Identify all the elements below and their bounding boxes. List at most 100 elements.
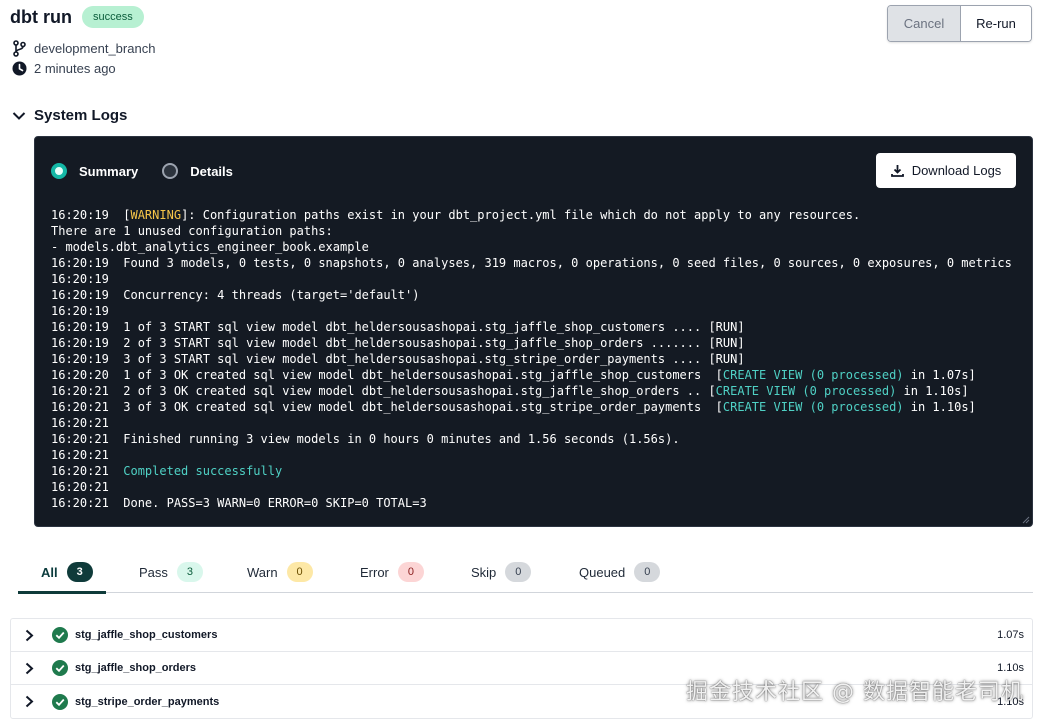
tab-warn[interactable]: Warn 0 <box>247 562 313 582</box>
chevron-right-icon[interactable] <box>25 662 34 675</box>
result-filter-tabs: All 3 Pass 3 Warn 0 Error 0 Skip 0 Queue… <box>18 556 1033 594</box>
download-icon <box>890 165 904 177</box>
log-text: Finished running 3 view models in 0 hour… <box>123 432 680 446</box>
log-text: Done. PASS=3 WARN=0 ERROR=0 SKIP=0 TOTAL… <box>123 496 427 510</box>
log-line: 16:20:21 <box>51 447 1012 463</box>
section-title: System Logs <box>34 107 128 124</box>
log-line: 16:20:21 <box>51 415 1012 431</box>
page-title: dbt run <box>10 6 72 27</box>
tab-count: 3 <box>176 562 203 582</box>
log-text: in 1.10s] <box>896 384 969 398</box>
log-timestamp: 16:20:21 <box>51 448 124 462</box>
log-line: 16:20:19 1 of 3 START sql view model dbt… <box>51 319 1012 335</box>
log-line: 16:20:21 Done. PASS=3 WARN=0 ERROR=0 SKI… <box>51 495 1012 511</box>
run-time: 2 minutes ago <box>34 61 116 76</box>
log-console: Summary Details Download Logs 16:20:19 [… <box>34 136 1033 527</box>
download-logs-label: Download Logs <box>911 163 1002 178</box>
details-radio[interactable] <box>162 163 179 179</box>
branch-row: development_branch <box>12 40 155 57</box>
model-row[interactable]: stg_jaffle_shop_customers 1.07s <box>11 619 1032 652</box>
log-timestamp: 16:20:21 <box>51 464 124 478</box>
log-line: 16:20:21 3 of 3 OK created sql view mode… <box>51 399 1012 415</box>
active-tab-indicator <box>18 591 106 594</box>
tab-queued[interactable]: Queued 0 <box>579 562 661 582</box>
log-text: 2 of 3 OK created sql view model dbt_hel… <box>123 384 716 398</box>
tab-all[interactable]: All 3 <box>41 562 93 582</box>
tab-pass[interactable]: Pass 3 <box>139 562 203 582</box>
log-text: ]: Configuration paths exist in your dbt… <box>181 208 861 222</box>
log-line: 16:20:21 2 of 3 OK created sql view mode… <box>51 383 1012 399</box>
log-highlight: CREATE VIEW (0 processed) <box>722 368 904 382</box>
log-line: 16:20:21 <box>51 479 1012 495</box>
log-text: 2 of 3 START sql view model dbt_helderso… <box>123 336 745 350</box>
log-highlight: CREATE VIEW (0 processed) <box>722 400 904 414</box>
log-text: 1 of 3 START sql view model dbt_helderso… <box>123 320 745 334</box>
tab-count: 0 <box>505 562 532 582</box>
log-timestamp: 16:20:19 <box>51 320 124 334</box>
system-logs-toggle[interactable]: System Logs <box>12 107 127 124</box>
log-timestamp: 16:20:21 <box>51 496 124 510</box>
log-text: - models.dbt_analytics_engineer_book.exa… <box>51 240 369 254</box>
branch-name: development_branch <box>34 41 156 56</box>
summary-radio[interactable] <box>51 163 67 179</box>
chevron-right-icon[interactable] <box>25 695 34 708</box>
log-text: There are 1 unused configuration paths: <box>51 224 333 238</box>
log-line: 16:20:21 Finished running 3 view models … <box>51 431 1012 447</box>
download-logs-button[interactable]: Download Logs <box>876 153 1016 188</box>
tab-count: 0 <box>286 562 313 582</box>
log-line: 16:20:19 3 of 3 START sql view model dbt… <box>51 351 1012 367</box>
tab-count: 0 <box>634 562 661 582</box>
log-line: 16:20:19 <box>51 271 1012 287</box>
log-timestamp: 16:20:21 <box>51 384 124 398</box>
log-text: 3 of 3 OK created sql view model dbt_hel… <box>123 400 723 414</box>
log-timestamp: 16:20:19 <box>51 256 124 270</box>
log-highlight: CREATE VIEW (0 processed) <box>715 384 897 398</box>
check-circle-icon <box>52 627 68 643</box>
log-timestamp: 16:20:19 <box>51 208 124 222</box>
log-line: There are 1 unused configuration paths: <box>51 223 1012 239</box>
log-line: 16:20:19 Concurrency: 4 threads (target=… <box>51 287 1012 303</box>
cancel-button[interactable]: Cancel <box>888 6 961 41</box>
log-text: 3 of 3 START sql view model dbt_helderso… <box>123 352 745 366</box>
model-name: stg_jaffle_shop_customers <box>75 629 218 641</box>
git-branch-icon <box>13 40 26 57</box>
log-timestamp: 16:20:19 <box>51 304 124 318</box>
model-name: stg_stripe_order_payments <box>75 695 220 708</box>
watermark: 掘金技术社区 @ 数据智能老司机 <box>686 680 1024 705</box>
log-text: in 1.07s] <box>903 368 976 382</box>
run-header: dbt run success <box>10 6 144 28</box>
log-output: 16:20:19 [WARNING]: Configuration paths … <box>51 207 1012 511</box>
tab-label: Error <box>360 564 389 580</box>
model-duration: 1.10s <box>997 662 1024 674</box>
log-line: 16:20:20 1 of 3 OK created sql view mode… <box>51 367 1012 383</box>
log-line: 16:20:19 <box>51 303 1012 319</box>
log-timestamp: 16:20:19 <box>51 288 124 302</box>
tab-label: Skip <box>471 564 497 580</box>
rerun-button[interactable]: Re-run <box>961 6 1031 41</box>
details-radio-label[interactable]: Details <box>190 164 233 179</box>
log-text: in 1.10s] <box>903 400 976 414</box>
tab-error[interactable]: Error 0 <box>360 562 424 582</box>
chevron-down-icon <box>12 111 26 120</box>
tab-label: Pass <box>139 564 168 580</box>
chevron-right-icon[interactable] <box>25 629 34 642</box>
log-timestamp: 16:20:20 <box>51 368 124 382</box>
resize-handle-icon[interactable] <box>1022 516 1030 524</box>
tab-count: 3 <box>66 562 93 582</box>
log-text: Found 3 models, 0 tests, 0 snapshots, 0 … <box>123 256 1012 270</box>
log-timestamp: 16:20:21 <box>51 480 124 494</box>
run-actions: Cancel Re-run <box>887 5 1032 42</box>
log-timestamp: 16:20:21 <box>51 416 124 430</box>
log-line: 16:20:19 2 of 3 START sql view model dbt… <box>51 335 1012 351</box>
log-timestamp: 16:20:19 <box>51 272 124 286</box>
status-badge: success <box>81 6 144 28</box>
summary-radio-label[interactable]: Summary <box>79 164 138 179</box>
model-duration: 1.07s <box>997 629 1024 641</box>
log-timestamp: 16:20:21 <box>51 432 124 446</box>
tab-skip[interactable]: Skip 0 <box>471 562 532 582</box>
model-name: stg_jaffle_shop_orders <box>75 662 197 674</box>
time-row: 2 minutes ago <box>12 61 116 76</box>
log-line: - models.dbt_analytics_engineer_book.exa… <box>51 239 1012 255</box>
tab-label: Queued <box>579 564 626 580</box>
log-line: 16:20:19 Found 3 models, 0 tests, 0 snap… <box>51 255 1012 271</box>
